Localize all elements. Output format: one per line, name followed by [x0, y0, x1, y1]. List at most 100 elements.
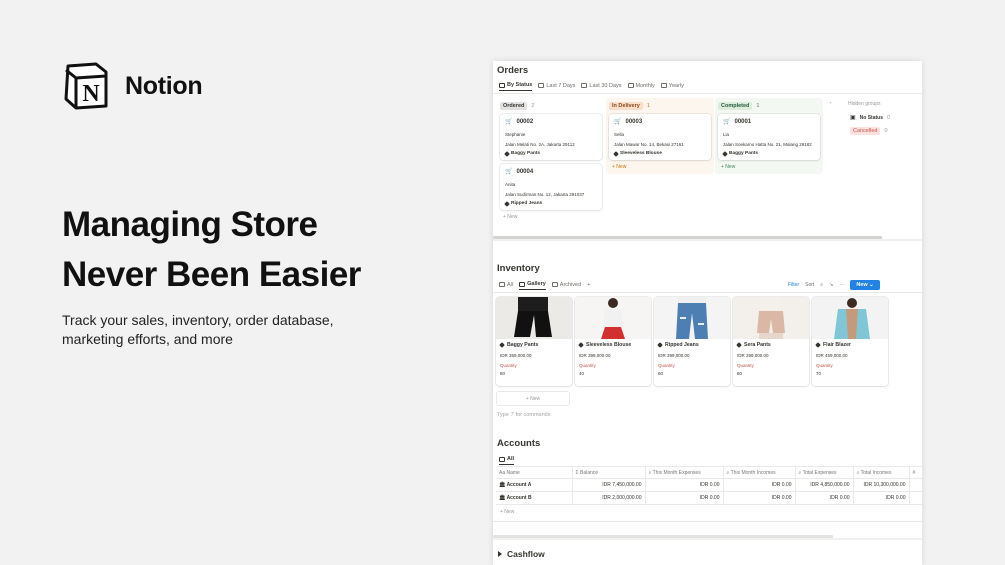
tab-gallery[interactable]: Gallery: [519, 281, 546, 290]
add-new-row-button[interactable]: + New: [500, 509, 514, 515]
column-header-name[interactable]: Aa Name: [496, 466, 573, 479]
filter-button[interactable]: Filter: [788, 282, 799, 288]
table-cell: IDR 0.00: [723, 491, 796, 505]
hidden-group-cancelled[interactable]: Cancelled 0: [850, 127, 888, 135]
gallery-view-icon: [551, 282, 558, 287]
gallery-card[interactable]: Sleeveless Blouse IDR 399,000.00 Quantit…: [575, 297, 651, 386]
cashflow-toggle[interactable]: Cashflow: [498, 549, 545, 559]
status-badge[interactable]: Ordered: [500, 101, 528, 110]
command-hint[interactable]: Type '/' for commands: [497, 412, 550, 418]
gallery-card[interactable]: Sera Pants IDR 299,000.00 Quantity 80: [733, 297, 809, 386]
table-view-icon: [581, 83, 588, 88]
divider: [493, 521, 922, 522]
table-cell: IDR 7,450,000.00: [572, 478, 646, 492]
add-new-button[interactable]: + New: [500, 214, 602, 220]
product-image: [654, 297, 730, 339]
tab-last-30-days[interactable]: Last 30 Days: [581, 82, 622, 91]
sort-button[interactable]: Sort: [805, 282, 814, 288]
column-header-month-expenses[interactable]: ⌕ This Month Expenses: [645, 466, 724, 479]
new-button[interactable]: New ⌄: [850, 280, 880, 290]
tab-all[interactable]: All: [499, 456, 515, 465]
tab-archived[interactable]: Archived: [551, 281, 581, 290]
divider: [493, 292, 922, 293]
customer-name: Lia: [723, 132, 730, 137]
product-price: IDR 359,000.00: [500, 353, 532, 358]
search-icon[interactable]: ⌕: [820, 282, 823, 288]
add-new-button[interactable]: + New: [609, 164, 711, 170]
order-card[interactable]: 🛒 00001 Lia Jalan Soekarno Hatta No. 21, …: [718, 114, 820, 160]
order-card[interactable]: 🛒 00003 Sella Jalan Mawar No. 14, Bekasi …: [609, 114, 711, 160]
order-id: 00003: [625, 118, 643, 125]
toggle-triangle-icon[interactable]: [498, 551, 502, 557]
status-badge[interactable]: Completed: [718, 101, 753, 110]
tag-icon: [736, 342, 742, 348]
product-name: Flair Blazer: [823, 342, 851, 348]
table-cell: IDR 0.00: [645, 478, 724, 492]
column-header-total-incomes[interactable]: ⌕ Total Incomes: [853, 466, 910, 479]
account-name: Account B: [506, 495, 532, 501]
order-id: 00001: [734, 118, 752, 125]
customer-name: Stephanie: [505, 132, 526, 137]
product-image: [812, 297, 888, 339]
headline-line-2: Never Been Easier: [62, 255, 361, 294]
add-new-card-button[interactable]: + New: [496, 391, 570, 406]
automation-icon[interactable]: ↘: [829, 282, 833, 288]
cart-icon: 🛒: [614, 119, 622, 125]
more-columns-icon[interactable]: #: [909, 466, 922, 479]
product-link[interactable]: Ripped Jeans: [511, 201, 542, 206]
tag-icon: [578, 342, 584, 348]
quantity-label: Quantity: [737, 363, 754, 368]
quantity-label: Quantity: [500, 363, 517, 368]
product-image: [575, 297, 651, 339]
table-cell: IDR 0.00: [853, 491, 910, 505]
quantity-label: Quantity: [816, 363, 833, 368]
tab-by-status[interactable]: By Status: [499, 82, 533, 91]
board-column-ordered: Ordered 2 🛒 00002 Stephanie Jalan Melati N…: [497, 98, 605, 224]
gallery-view-icon: [519, 281, 526, 287]
gallery-card[interactable]: Baggy Pants IDR 359,000.00 Quantity 80: [496, 297, 572, 386]
product-price: IDR 459,000.00: [816, 353, 848, 358]
order-card[interactable]: 🛒 00004 Anita Jalan Sudirman No. 12, Jaka…: [500, 164, 602, 210]
product-image: [733, 297, 809, 339]
column-header-balance[interactable]: Σ Balance: [572, 466, 646, 479]
product-name: Sera Pants: [744, 342, 771, 348]
cashflow-title: Cashflow: [507, 549, 545, 559]
gallery-card[interactable]: Ripped Jeans IDR 399,000.00 Quantity 60: [654, 297, 730, 386]
chevron-down-icon[interactable]: ⌄: [869, 282, 874, 288]
add-new-button[interactable]: + New: [718, 164, 820, 170]
tab-all[interactable]: All: [499, 281, 513, 290]
table-view-icon: [627, 83, 634, 88]
product-link[interactable]: Baggy Pants: [729, 151, 758, 156]
column-header-month-incomes[interactable]: ⌕ This Month Incomes: [723, 466, 796, 479]
column-header-total-expenses[interactable]: ⌕ Total Expenses: [795, 466, 854, 479]
cart-icon: 🛒: [723, 119, 731, 125]
status-badge[interactable]: In Delivery: [609, 101, 643, 110]
gallery-card[interactable]: Flair Blazer IDR 459,000.00 Quantity 70: [812, 297, 888, 386]
table-cell: IDR 0.00: [645, 491, 724, 505]
table-row[interactable]: 🏛 Account A IDR 7,450,000.00 IDR 0.00 ID…: [496, 478, 922, 492]
tab-yearly[interactable]: Yearly: [660, 82, 684, 91]
add-group-icon[interactable]: +: [829, 101, 833, 107]
add-view-icon[interactable]: +: [587, 281, 590, 290]
product-link[interactable]: Baggy Pants: [511, 151, 540, 156]
product-price: IDR 399,000.00: [579, 353, 611, 358]
table-row[interactable]: 🏛 Account B IDR 2,000,000.00 IDR 0.00 ID…: [496, 491, 922, 505]
tab-monthly[interactable]: Monthly: [627, 82, 655, 91]
product-name: Ripped Jeans: [665, 342, 699, 348]
table-cell: IDR 4,850,000.00: [795, 478, 854, 492]
product-name: Baggy Pants: [507, 342, 539, 348]
accounts-table: Aa Name Σ Balance ⌕ This Month Expenses …: [496, 466, 922, 505]
hidden-group-no-status[interactable]: ▣ No Status 0: [850, 114, 890, 122]
table-cell: IDR 0.00: [723, 478, 796, 492]
board-view-icon: [499, 82, 505, 88]
brand-name: Notion: [125, 71, 203, 100]
quantity-label: Quantity: [579, 363, 596, 368]
cart-icon: 🛒: [505, 169, 513, 175]
divider: [493, 93, 922, 94]
order-card[interactable]: 🛒 00002 Stephanie Jalan Melati No. 2A, Ja…: [500, 114, 602, 160]
subtext: Track your sales, inventory, order datab…: [62, 312, 334, 347]
customer-name: Sella: [614, 132, 625, 137]
product-link[interactable]: Sleeveless Blouse: [620, 151, 662, 156]
more-icon[interactable]: ···: [839, 282, 844, 288]
tab-last-7-days[interactable]: Last 7 Days: [538, 82, 575, 91]
